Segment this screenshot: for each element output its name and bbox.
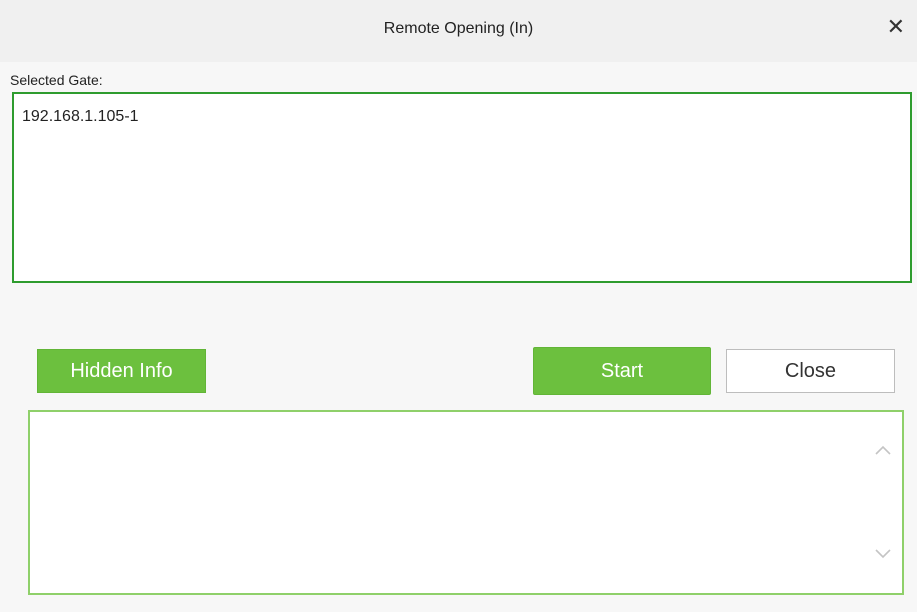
close-button[interactable]: Close (726, 349, 895, 393)
dialog-title: Remote Opening (In) (383, 20, 534, 37)
selected-gate-list[interactable]: 192.168.1.105-1 (12, 92, 912, 283)
remote-opening-dialog: Remote Opening (In) ✕ Selected Gate: 192… (0, 0, 917, 612)
start-button[interactable]: Start (533, 347, 711, 395)
log-output-area[interactable] (28, 410, 904, 595)
gate-list-item[interactable]: 192.168.1.105-1 (22, 108, 139, 126)
hidden-info-button[interactable]: Hidden Info (37, 349, 206, 393)
selected-gate-label: Selected Gate: (10, 72, 103, 88)
chevron-down-icon[interactable] (874, 544, 892, 562)
dialog-titlebar: Remote Opening (In) ✕ (0, 0, 917, 62)
close-icon[interactable]: ✕ (887, 16, 905, 38)
chevron-up-icon[interactable] (874, 442, 892, 460)
